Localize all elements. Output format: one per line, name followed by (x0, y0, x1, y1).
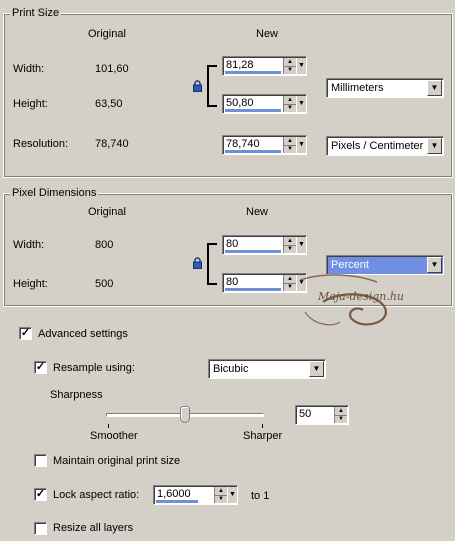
resize-all-layers-checkbox[interactable] (34, 522, 47, 535)
spin-down-icon[interactable]: ▼ (284, 145, 296, 153)
pixel-height-bar (225, 288, 281, 291)
sharpness-spinner[interactable]: ▲ ▼ (334, 407, 347, 423)
sharpness-input[interactable]: 50 ▲ ▼ (295, 405, 349, 425)
print-height-original: 63,50 (95, 98, 123, 110)
pixel-width-original: 800 (95, 239, 114, 251)
aspect-ratio-dropdown-icon[interactable]: ▼ (227, 487, 237, 503)
print-resolution-bar (225, 150, 281, 153)
print-height-input[interactable]: 50,80 ▲ ▼ ▼ (222, 94, 307, 114)
print-height-dropdown-icon[interactable]: ▼ (296, 96, 306, 112)
sharpness-value: 50 (299, 408, 312, 420)
pixel-width-spinner[interactable]: ▲ ▼ (283, 237, 296, 253)
print-new-header: New (256, 28, 279, 40)
aspect-suffix: to 1 (251, 490, 270, 502)
lock-icon[interactable] (193, 257, 202, 269)
pixel-link-bracket (207, 243, 217, 285)
print-link-bracket (207, 65, 217, 107)
print-unit-value: Millimeters (331, 82, 384, 94)
pixel-width-label: Width: (13, 239, 45, 251)
check-icon: ✓ (35, 488, 46, 500)
advanced-settings-label[interactable]: Advanced settings (38, 328, 128, 340)
slider-tick (262, 424, 263, 428)
resize-all-layers-label[interactable]: Resize all layers (53, 522, 133, 534)
spin-down-icon[interactable]: ▼ (284, 66, 296, 74)
sharpness-label: Sharpness (50, 389, 103, 401)
pixel-width-bar (225, 250, 281, 253)
pixel-dimensions-title: Pixel Dimensions (10, 187, 99, 200)
print-resolution-spinner[interactable]: ▲ ▼ (283, 137, 296, 153)
maintain-print-size-checkbox[interactable] (34, 454, 47, 467)
print-width-dropdown-icon[interactable]: ▼ (296, 58, 306, 74)
advanced-settings-checkbox[interactable]: ✓ (19, 327, 32, 340)
pixel-width-dropdown-icon[interactable]: ▼ (296, 237, 306, 253)
slider-tick (108, 424, 109, 428)
chevron-down-icon[interactable]: ▼ (427, 138, 442, 154)
resample-label[interactable]: Resample using: (53, 362, 135, 374)
pixel-height-label: Height: (13, 278, 48, 290)
resolution-unit-select[interactable]: Pixels / Centimeter ▼ (326, 136, 444, 156)
sharpness-slider-thumb[interactable] (180, 406, 190, 423)
sharper-label: Sharper (243, 430, 283, 442)
print-original-header: Original (88, 28, 126, 40)
aspect-ratio-input[interactable]: 1,6000 ▲ ▼ ▼ (153, 485, 238, 505)
resample-method-value: Bicubic (213, 363, 249, 375)
check-icon: ✓ (35, 361, 46, 373)
print-width-spinner[interactable]: ▲ ▼ (283, 58, 296, 74)
spin-down-icon[interactable]: ▼ (284, 104, 296, 112)
pixel-width-input[interactable]: 80 ▲ ▼ ▼ (222, 235, 307, 255)
pixel-unit-value: Percent (331, 259, 369, 271)
print-unit-select[interactable]: Millimeters ▼ (326, 78, 444, 98)
check-icon: ✓ (20, 327, 31, 339)
lock-aspect-label[interactable]: Lock aspect ratio: (53, 489, 139, 501)
print-resolution-original: 78,740 (95, 138, 129, 150)
print-resolution-input[interactable]: 78,740 ▲ ▼ ▼ (222, 135, 307, 155)
pixel-new-header: New (246, 206, 269, 218)
resample-checkbox[interactable]: ✓ (34, 361, 47, 374)
spin-down-icon[interactable]: ▼ (284, 245, 296, 253)
resample-method-select[interactable]: Bicubic ▼ (208, 359, 326, 379)
pixel-height-original: 500 (95, 278, 114, 290)
chevron-down-icon[interactable]: ▼ (309, 361, 324, 377)
print-height-spinner[interactable]: ▲ ▼ (283, 96, 296, 112)
watermark-text: Maja-design.hu (318, 290, 405, 303)
print-width-original: 101,60 (95, 63, 129, 75)
print-width-input[interactable]: 81,28 ▲ ▼ ▼ (222, 56, 307, 76)
print-height-bar (225, 109, 281, 112)
spin-down-icon[interactable]: ▼ (335, 415, 347, 423)
aspect-ratio-bar (156, 500, 198, 503)
print-resolution-dropdown-icon[interactable]: ▼ (296, 137, 306, 153)
chevron-down-icon[interactable]: ▼ (427, 80, 442, 96)
print-width-bar (225, 71, 281, 74)
pixel-original-header: Original (88, 206, 126, 218)
smoother-label: Smoother (90, 430, 138, 442)
maintain-print-size-label[interactable]: Maintain original print size (53, 455, 180, 467)
print-size-title: Print Size (10, 7, 62, 20)
aspect-ratio-spinner[interactable]: ▲ ▼ (214, 487, 227, 503)
print-width-label: Width: (13, 63, 45, 75)
lock-aspect-checkbox[interactable]: ✓ (34, 488, 47, 501)
print-height-label: Height: (13, 98, 48, 110)
lock-icon[interactable] (193, 80, 202, 92)
watermark-swirl (299, 274, 387, 326)
chevron-down-icon[interactable]: ▼ (427, 257, 442, 273)
print-resolution-label: Resolution: (13, 138, 69, 150)
spin-down-icon[interactable]: ▼ (215, 495, 227, 503)
resolution-unit-value: Pixels / Centimeter (331, 140, 424, 152)
